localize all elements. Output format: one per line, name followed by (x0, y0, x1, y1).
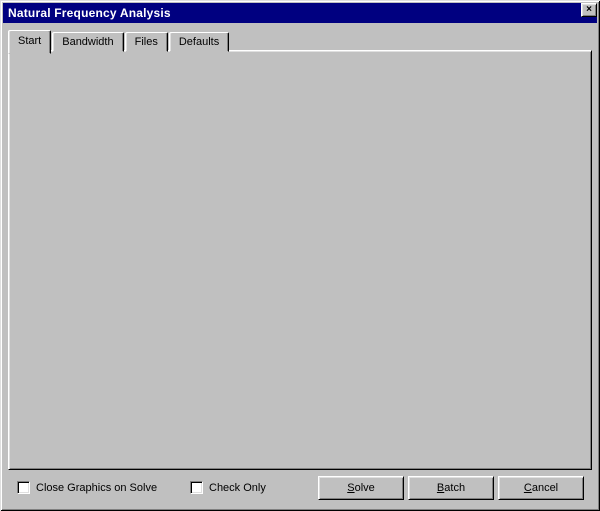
batch-button[interactable]: Batch (408, 476, 494, 500)
cancel-button[interactable]: Cancel (498, 476, 584, 500)
dialog-window: Natural Frequency Analysis × Start Bandw… (0, 0, 600, 511)
title-bar[interactable]: Natural Frequency Analysis (3, 3, 597, 23)
tab-files[interactable]: Files (125, 32, 168, 52)
close-icon: × (586, 5, 592, 15)
tab-strip: Start Bandwidth Files Defaults (8, 28, 230, 52)
close-graphics-checkbox-icon[interactable] (17, 481, 30, 494)
tab-defaults[interactable]: Defaults (169, 32, 229, 52)
solve-button[interactable]: Solve (318, 476, 404, 500)
checkbox-close-graphics-on-solve[interactable]: Close Graphics on Solve (17, 481, 157, 494)
tab-page-start (8, 50, 592, 470)
close-button[interactable]: × (581, 3, 597, 17)
tab-start[interactable]: Start (8, 30, 51, 54)
tab-bandwidth[interactable]: Bandwidth (52, 32, 123, 52)
check-only-checkbox-icon[interactable] (190, 481, 203, 494)
checkbox-check-only[interactable]: Check Only (190, 481, 266, 494)
window-title: Natural Frequency Analysis (8, 6, 171, 20)
